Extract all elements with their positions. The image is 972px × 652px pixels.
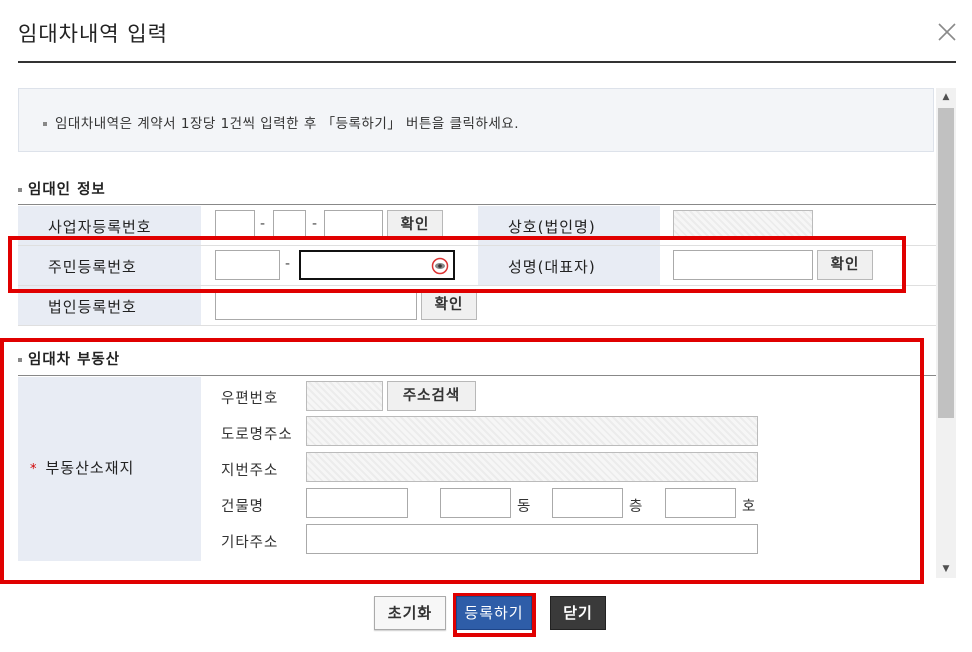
bullet-icon bbox=[18, 358, 22, 362]
bullet-icon bbox=[18, 188, 22, 192]
floor-unit: 층 bbox=[629, 499, 643, 515]
road-address-input[interactable] bbox=[306, 416, 758, 446]
company-name-input[interactable] bbox=[673, 210, 813, 240]
reset-button[interactable]: 초기화 bbox=[374, 596, 446, 630]
lessor-section-title: 임대인 정보 bbox=[18, 178, 106, 199]
dash: - bbox=[285, 256, 291, 272]
register-button[interactable]: 등록하기 bbox=[456, 596, 532, 630]
zip-code-input[interactable] bbox=[306, 381, 383, 411]
ho-input[interactable] bbox=[665, 488, 736, 518]
corp-reg-label: 법인등록번호 bbox=[48, 298, 137, 316]
bullet-icon bbox=[43, 122, 47, 126]
name-confirm-button[interactable]: 확인 bbox=[817, 250, 873, 280]
resident-reg-back-input[interactable] bbox=[299, 250, 455, 280]
other-address-label: 기타주소 bbox=[221, 535, 279, 551]
section-divider bbox=[18, 375, 936, 376]
dialog-title: 임대차내역 입력 bbox=[18, 22, 168, 46]
representative-name-input[interactable] bbox=[673, 250, 813, 280]
property-location-block: * 부동산소재지 우편번호 주소검색 도로명주소 지번주소 건물명 동 층 호 기… bbox=[18, 377, 936, 561]
road-address-label: 도로명주소 bbox=[221, 427, 293, 443]
resident-reg-label: 주민등록번호 bbox=[48, 258, 137, 276]
building-name-input[interactable] bbox=[306, 488, 408, 518]
dong-input[interactable] bbox=[440, 488, 511, 518]
business-reg-label: 사업자등록번호 bbox=[48, 218, 152, 236]
location-label: 부동산소재지 bbox=[45, 459, 135, 477]
dash: - bbox=[312, 216, 318, 232]
corp-reg-confirm-button[interactable]: 확인 bbox=[421, 290, 477, 320]
required-mark: * bbox=[30, 462, 38, 477]
corp-reg-row: 법인등록번호 확인 bbox=[18, 286, 936, 326]
business-reg-part3-input[interactable] bbox=[324, 210, 383, 240]
business-reg-row: 사업자등록번호 - - 확인 상호(법인명) bbox=[18, 206, 936, 246]
property-section-title: 임대차 부동산 bbox=[18, 348, 120, 369]
form-scroll-area: 임대차내역은 계약서 1장당 1건씩 입력한 후 「등록하기」 버튼을 클릭하세… bbox=[18, 88, 936, 578]
dong-unit: 동 bbox=[517, 499, 531, 515]
section-divider bbox=[18, 204, 936, 205]
floor-input[interactable] bbox=[552, 488, 623, 518]
business-reg-confirm-button[interactable]: 확인 bbox=[387, 210, 443, 240]
company-label: 상호(법인명) bbox=[508, 218, 596, 236]
name-label: 성명(대표자) bbox=[508, 258, 596, 276]
dash: - bbox=[260, 216, 266, 232]
address-search-button[interactable]: 주소검색 bbox=[387, 381, 476, 411]
resident-reg-row: 주민등록번호 - 성명(대표자) 확인 bbox=[18, 246, 936, 286]
close-button[interactable]: 닫기 bbox=[550, 596, 606, 630]
title-divider bbox=[18, 61, 956, 63]
notice-text: 임대차내역은 계약서 1장당 1건씩 입력한 후 「등록하기」 버튼을 클릭하세… bbox=[55, 116, 519, 132]
scrollbar[interactable]: ▲ ▼ bbox=[936, 88, 956, 578]
scrollbar-thumb[interactable] bbox=[938, 108, 954, 418]
notice-box: 임대차내역은 계약서 1장당 1건씩 입력한 후 「등록하기」 버튼을 클릭하세… bbox=[18, 88, 934, 152]
close-icon[interactable] bbox=[935, 20, 959, 44]
business-reg-part1-input[interactable] bbox=[215, 210, 255, 240]
zip-label: 우편번호 bbox=[221, 391, 279, 407]
lot-address-label: 지번주소 bbox=[221, 463, 279, 479]
ho-unit: 호 bbox=[742, 499, 756, 515]
lot-address-input[interactable] bbox=[306, 452, 758, 482]
resident-reg-front-input[interactable] bbox=[215, 250, 280, 280]
business-reg-part2-input[interactable] bbox=[273, 210, 306, 240]
building-label: 건물명 bbox=[221, 499, 265, 515]
corp-reg-input[interactable] bbox=[215, 290, 417, 320]
other-address-input[interactable] bbox=[306, 524, 758, 554]
scroll-down-icon[interactable]: ▼ bbox=[936, 560, 956, 578]
security-keypad-icon[interactable] bbox=[431, 257, 449, 275]
scroll-up-icon[interactable]: ▲ bbox=[936, 88, 956, 106]
